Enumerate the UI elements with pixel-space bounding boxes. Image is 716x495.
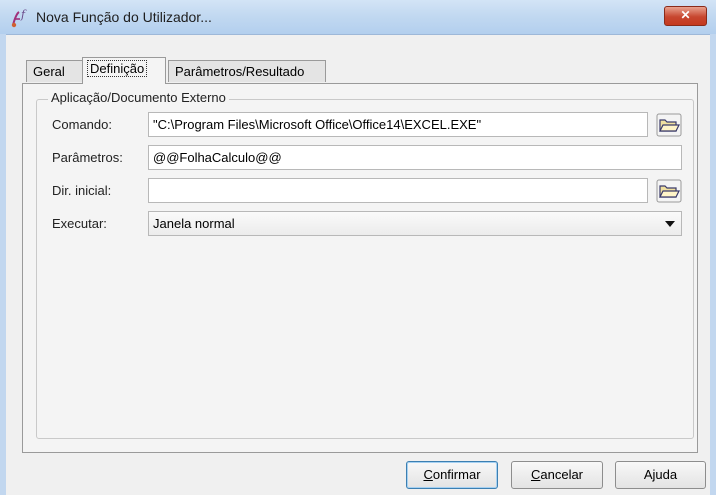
confirmar-hotkey: C	[423, 467, 433, 482]
ajuda-label-end: uda	[655, 467, 678, 482]
parametros-field[interactable]: @@FolhaCalculo@@	[148, 145, 682, 170]
folder-open-icon	[656, 179, 682, 206]
dir-inicial-browse-button[interactable]	[656, 179, 682, 203]
window-frame-right	[710, 34, 716, 495]
close-icon: ✕	[680, 8, 691, 22]
ajuda-label-start: A	[643, 467, 653, 482]
tab-parametros-resultado[interactable]: Parâmetros/Resultado	[168, 60, 326, 82]
cancelar-label: ancelar	[540, 467, 584, 482]
executar-select[interactable]: Janela normal	[148, 211, 682, 236]
comando-label: Comando:	[52, 117, 112, 132]
dir-inicial-label: Dir. inicial:	[52, 183, 112, 198]
confirmar-button[interactable]: Confirmar	[406, 461, 498, 489]
parametros-label: Parâmetros:	[52, 150, 123, 165]
cancelar-hotkey: C	[530, 467, 541, 482]
folder-open-icon	[656, 113, 682, 140]
tab-geral[interactable]: Geral	[26, 60, 84, 82]
tab-label: Geral	[33, 64, 65, 79]
close-button[interactable]: ✕	[664, 6, 707, 26]
title-bar[interactable]: f Nova Função do Utilizador... ✕	[0, 0, 716, 35]
ajuda-button[interactable]: Ajuda	[615, 461, 706, 489]
tab-definicao[interactable]: Definição	[82, 57, 166, 84]
comando-field[interactable]: "C:\Program Files\Microsoft Office\Offic…	[148, 112, 648, 137]
executar-value: Janela normal	[153, 216, 235, 231]
function-icon: f	[10, 8, 32, 28]
confirmar-label: onfirmar	[432, 467, 481, 482]
cancelar-button[interactable]: Cancelar	[511, 461, 603, 489]
svg-text:f: f	[20, 8, 27, 21]
tab-label: Parâmetros/Resultado	[175, 64, 305, 79]
executar-label: Executar:	[52, 216, 107, 231]
chevron-down-icon	[665, 221, 675, 227]
window-title: Nova Função do Utilizador...	[36, 9, 212, 25]
group-legend: Aplicação/Documento Externo	[48, 90, 229, 105]
comando-browse-button[interactable]	[656, 113, 682, 137]
dir-inicial-field[interactable]	[148, 178, 648, 203]
window-frame-left	[0, 34, 6, 495]
tab-label: Definição	[87, 60, 148, 77]
